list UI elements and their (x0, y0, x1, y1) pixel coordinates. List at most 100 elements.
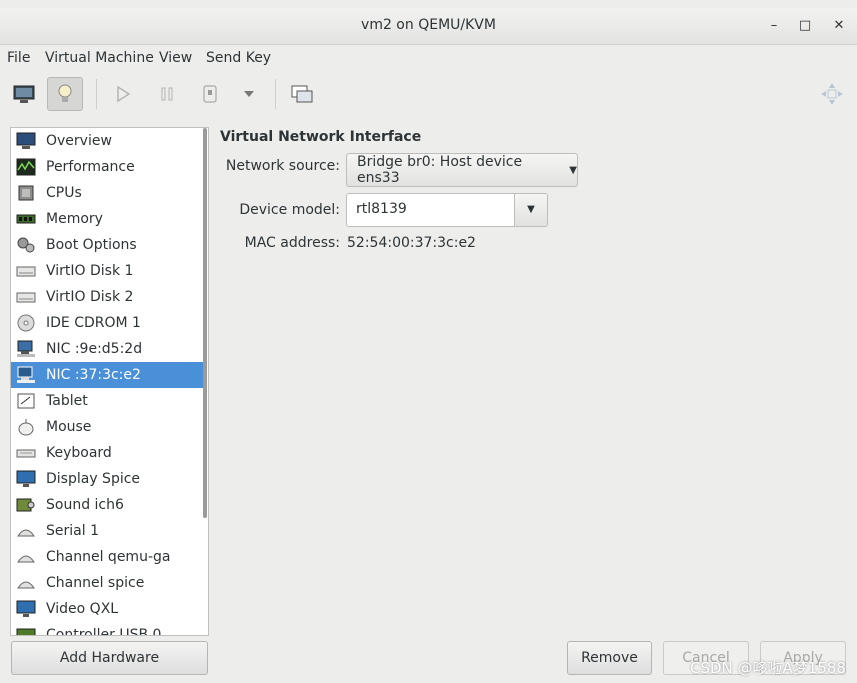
keyboard-icon (15, 443, 37, 463)
sidebar-item-serial-1[interactable]: Serial 1 (11, 518, 205, 544)
video-card-icon (15, 599, 37, 619)
mac-address-value: 52:54:00:37:3c:e2 (347, 235, 476, 251)
toolbar-separator (96, 79, 97, 109)
sidebar-item-controller-usb-0[interactable]: Controller USB 0 (11, 622, 205, 636)
display-icon (15, 469, 37, 489)
gears-icon (15, 235, 37, 255)
menu-file[interactable]: File (7, 50, 30, 66)
sidebar-item-label: Mouse (46, 419, 92, 435)
sidebar-item-virtio-disk-2[interactable]: VirtIO Disk 2 (11, 284, 205, 310)
close-button[interactable]: ✕ (829, 16, 849, 36)
sidebar-item-label: Performance (46, 159, 135, 175)
sidebar-item-channel-spice[interactable]: Channel spice (11, 570, 205, 596)
monitor-icon (15, 131, 37, 151)
section-title: Virtual Network Interface (220, 129, 422, 145)
sidebar-item-memory[interactable]: Memory (11, 206, 205, 232)
pause-icon (161, 87, 173, 101)
sidebar-item-label: VirtIO Disk 1 (46, 263, 134, 279)
window-title: vm2 on QEMU/KVM (361, 17, 496, 33)
controller-icon (15, 625, 37, 635)
minimize-button[interactable]: – (764, 16, 784, 36)
sidebar-item-performance[interactable]: Performance (11, 154, 205, 180)
sidebar-item-label: Video QXL (46, 601, 119, 617)
sidebar-item-mouse[interactable]: Mouse (11, 414, 205, 440)
sidebar-item-label: CPUs (46, 185, 82, 201)
sidebar-item-label: Overview (46, 133, 112, 149)
title-bar: vm2 on QEMU/KVM – □ ✕ (0, 8, 857, 45)
network-card-icon (15, 365, 37, 385)
network-source-dropdown[interactable]: Bridge br0: Host device ens33 ▼ (346, 153, 578, 187)
hardware-list: Overview Performance CPUs Memory Boot Op… (10, 127, 209, 636)
monitor-icon (13, 85, 35, 103)
cpu-chip-icon (15, 183, 37, 203)
hard-disk-icon (15, 261, 37, 281)
sidebar-item-tablet[interactable]: Tablet (11, 388, 205, 414)
sidebar-item-label: Controller USB 0 (46, 627, 162, 636)
run-button[interactable] (106, 77, 140, 111)
toolbar-separator (275, 79, 276, 109)
sidebar-item-label: Display Spice (46, 471, 141, 487)
tablet-icon (15, 391, 37, 411)
toolbar (0, 73, 857, 117)
vm-details-window: vm2 on QEMU/KVM – □ ✕ File Virtual Machi… (0, 0, 857, 683)
sidebar-item-virtio-disk-1[interactable]: VirtIO Disk 1 (11, 258, 205, 284)
network-source-label: Network source: (225, 158, 340, 174)
performance-graph-icon (15, 157, 37, 177)
sidebar-item-label: Sound ich6 (46, 497, 124, 513)
sidebar-item-label: Channel spice (46, 575, 145, 591)
hard-disk-icon (15, 287, 37, 307)
network-source-value: Bridge br0: Host device ens33 (357, 154, 523, 186)
sidebar-item-video-qxl[interactable]: Video QXL (11, 596, 205, 622)
sidebar-scrollbar[interactable] (203, 128, 207, 518)
pause-button[interactable] (150, 77, 184, 111)
shutdown-menu-button[interactable] (232, 77, 266, 111)
sidebar-item-label: Serial 1 (46, 523, 99, 539)
remove-button[interactable]: Remove (567, 641, 652, 675)
sidebar-item-nic-9e-d5-2d[interactable]: NIC :9e:d5:2d (11, 336, 205, 362)
channel-icon (15, 573, 37, 593)
device-model-value[interactable]: rtl8139 (356, 201, 407, 217)
sidebar-item-label: Keyboard (46, 445, 112, 461)
dropdown-arrow-icon (244, 91, 254, 97)
sidebar-item-cpus[interactable]: CPUs (11, 180, 205, 206)
sidebar-item-sound-ich6[interactable]: Sound ich6 (11, 492, 205, 518)
sidebar-item-label: VirtIO Disk 2 (46, 289, 134, 305)
power-icon (203, 85, 217, 103)
device-model-label: Device model: (239, 202, 340, 218)
dropdown-arrow-icon: ▼ (569, 164, 577, 176)
sidebar-item-label: NIC :9e:d5:2d (46, 341, 143, 357)
sidebar-item-ide-cdrom-1[interactable]: IDE CDROM 1 (11, 310, 205, 336)
dropdown-arrow-icon[interactable]: ▼ (514, 194, 547, 226)
sidebar-item-overview[interactable]: Overview (11, 128, 205, 154)
cdrom-icon (15, 313, 37, 333)
menu-view[interactable]: View (159, 50, 192, 66)
sidebar-item-label: Memory (46, 211, 103, 227)
sidebar-item-label: IDE CDROM 1 (46, 315, 141, 331)
mac-address-label: MAC address: (244, 235, 340, 251)
sidebar-item-label: NIC :37:3c:e2 (46, 367, 141, 383)
device-model-combo[interactable]: rtl8139 ▼ (346, 193, 548, 227)
maximize-button[interactable]: □ (795, 16, 815, 36)
sidebar-item-nic-37-3c-e2[interactable]: NIC :37:3c:e2 (11, 362, 205, 388)
fullscreen-icon (821, 83, 843, 105)
menu-send-key[interactable]: Send Key (206, 50, 271, 66)
sound-card-icon (15, 495, 37, 515)
console-view-button[interactable] (7, 77, 41, 111)
watermark: CSDN @哆啦A梦1588 (690, 659, 846, 677)
channel-icon (15, 547, 37, 567)
sidebar-item-boot-options[interactable]: Boot Options (11, 232, 205, 258)
sidebar-item-keyboard[interactable]: Keyboard (11, 440, 205, 466)
sidebar-item-label: Channel qemu-ga (46, 549, 171, 565)
menu-bar: File Virtual Machine View Send Key (0, 45, 857, 73)
serial-port-icon (15, 521, 37, 541)
sidebar-item-display-spice[interactable]: Display Spice (11, 466, 205, 492)
fullscreen-button[interactable] (815, 77, 849, 111)
sidebar-item-channel-qemu-ga[interactable]: Channel qemu-ga (11, 544, 205, 570)
add-hardware-button[interactable]: Add Hardware (11, 641, 208, 675)
sidebar-item-label: Tablet (46, 393, 88, 409)
details-view-button[interactable] (47, 77, 83, 111)
shutdown-button[interactable] (193, 77, 227, 111)
network-card-icon (15, 339, 37, 359)
snapshots-button[interactable] (285, 77, 319, 111)
menu-virtual-machine[interactable]: Virtual Machine (45, 50, 154, 66)
